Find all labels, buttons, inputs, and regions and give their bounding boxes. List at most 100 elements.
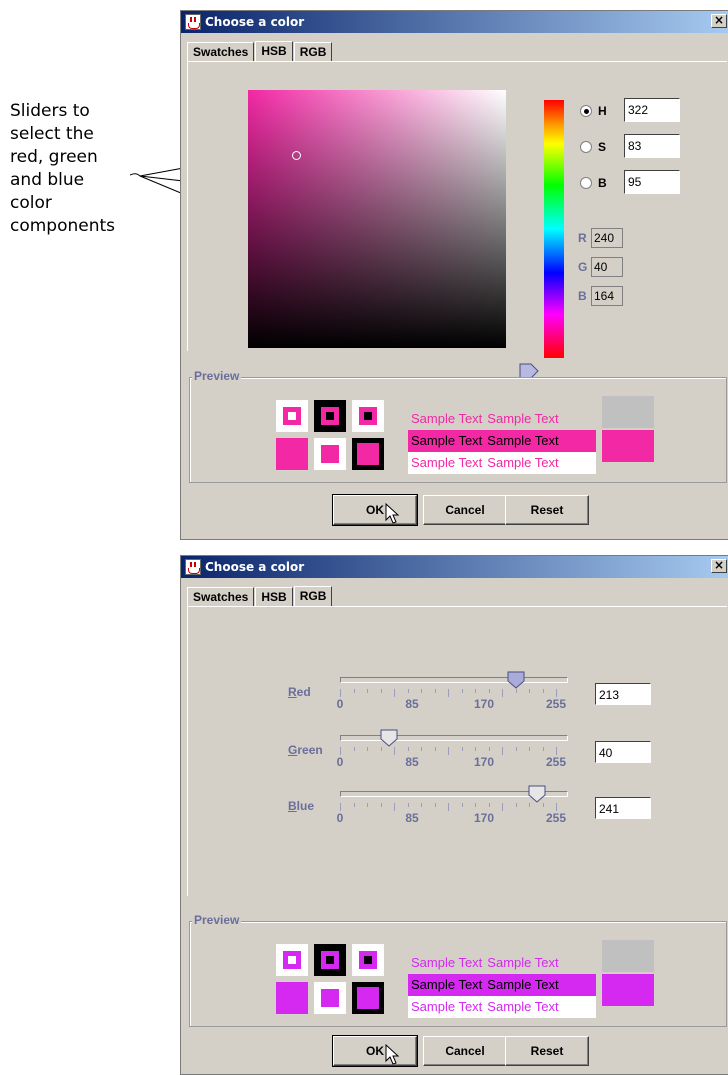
hue-slider[interactable]: [544, 100, 564, 358]
slider-tick-label: 0: [336, 811, 344, 825]
hsb-panel: H 322 S 83 B 95 R 240 G 40 B 164: [187, 61, 727, 379]
slider-label: Red: [288, 685, 311, 699]
slider-thumb-icon[interactable]: [507, 671, 525, 689]
slider-tick: [448, 689, 449, 697]
ok-button[interactable]: OK: [332, 1035, 418, 1067]
title-bar[interactable]: Choose a color ×: [181, 556, 728, 578]
slider-tick: [502, 747, 503, 755]
slider-tick: [394, 689, 395, 697]
slider-tick-label: 85: [405, 811, 419, 825]
preview-swatch: [352, 944, 384, 976]
sample-text-row: Sample Text Sample Text: [408, 452, 596, 474]
slider-tick: [448, 803, 449, 811]
slider-track[interactable]: [340, 735, 568, 741]
slider-tick: [394, 747, 395, 755]
saturation-brightness-picker[interactable]: [248, 90, 506, 348]
slider-ticks: [340, 747, 568, 755]
slider-tick: [502, 689, 503, 697]
slider-tick: [340, 689, 341, 697]
window-title: Choose a color: [205, 15, 305, 29]
slider-thumb-icon[interactable]: [528, 785, 546, 803]
slider-label: Green: [288, 743, 323, 757]
cancel-button[interactable]: Cancel: [423, 495, 507, 525]
close-button[interactable]: ×: [711, 559, 727, 573]
slider-tick: [461, 689, 463, 693]
tab-strip: Swatches HSB RGB: [187, 586, 333, 607]
preview-swatch: [314, 982, 346, 1014]
radio-button-icon[interactable]: [580, 105, 592, 117]
preview-title: Preview: [192, 913, 242, 927]
red-value-field[interactable]: 213: [595, 683, 651, 705]
preview-swatch: [314, 438, 346, 470]
rgb-panel: 0 85 170 255 Red 213 0 85 170 255 Green 40 0 85 170 255…: [187, 606, 727, 896]
preview-swatch: [276, 438, 308, 470]
b-readout: 164: [591, 286, 623, 306]
slider-tick: [515, 689, 517, 693]
slider-track[interactable]: [340, 677, 568, 683]
reset-button[interactable]: Reset: [505, 1036, 589, 1066]
ok-button[interactable]: OK: [332, 494, 418, 526]
sample-text: Sample Text: [487, 999, 559, 1014]
slider-tick: [367, 803, 368, 807]
slider-tick: [542, 803, 544, 807]
reset-button[interactable]: Reset: [505, 495, 589, 525]
slider-label-rest: ed: [296, 685, 311, 699]
preview-old-color: [602, 396, 654, 428]
tab-rgb[interactable]: RGB: [293, 586, 333, 607]
tab-swatches[interactable]: Swatches: [187, 587, 255, 606]
slider-tick: [529, 747, 530, 751]
r-readout: 240: [591, 228, 623, 248]
slider-tick: [380, 803, 382, 807]
slider-tick: [488, 803, 490, 807]
sample-text: Sample Text: [487, 411, 559, 426]
slider-tick: [515, 803, 517, 807]
preview-old-color: [602, 940, 654, 972]
slider-tick: [434, 689, 436, 693]
slider-label-rest: reen: [297, 743, 323, 757]
slider-tick: [475, 689, 476, 693]
saturation-field[interactable]: 83: [624, 134, 680, 158]
slider-label-rest: lue: [296, 799, 315, 813]
title-bar[interactable]: Choose a color ×: [181, 11, 728, 33]
radio-button-icon[interactable]: [580, 177, 592, 189]
slider-label-mnemonic: B: [288, 799, 297, 813]
slider-ticks: [340, 689, 568, 697]
slider-tick: [407, 747, 409, 751]
radio-s[interactable]: S: [580, 140, 606, 154]
cancel-button[interactable]: Cancel: [423, 1036, 507, 1066]
slider-tick: [421, 689, 422, 693]
hue-field[interactable]: 322: [624, 98, 680, 122]
blue-value-field[interactable]: 241: [595, 797, 651, 819]
tab-hsb[interactable]: HSB: [255, 587, 293, 606]
slider-tick-label: 0: [336, 697, 344, 711]
tab-rgb[interactable]: RGB: [293, 42, 333, 61]
sample-text: Sample Text: [487, 977, 559, 992]
preview-swatch: [276, 982, 308, 1014]
sample-text: Sample Text: [487, 955, 559, 970]
green-value-field[interactable]: 40: [595, 741, 651, 763]
radio-b[interactable]: B: [580, 176, 607, 190]
picker-marker[interactable]: [292, 151, 301, 160]
slider-tick: [421, 747, 422, 751]
slider-tick-label: 255: [545, 697, 567, 711]
slider-tick: [407, 689, 409, 693]
tab-hsb[interactable]: HSB: [255, 41, 293, 62]
brightness-field[interactable]: 95: [624, 170, 680, 194]
preview-swatch: [276, 944, 308, 976]
radio-button-icon[interactable]: [580, 141, 592, 153]
slider-tick: [421, 803, 422, 807]
tab-strip: Swatches HSB RGB: [187, 41, 333, 62]
slider-tick: [367, 747, 368, 751]
close-button[interactable]: ×: [711, 14, 727, 28]
slider-thumb-icon[interactable]: [380, 729, 398, 747]
slider-tick: [542, 747, 544, 751]
slider-tick-label: 85: [405, 697, 419, 711]
preview-title: Preview: [192, 369, 242, 383]
slider-tick-label: 170: [473, 755, 495, 769]
slider-tick: [353, 689, 355, 693]
radio-h[interactable]: H: [580, 104, 607, 118]
slider-tick: [407, 803, 409, 807]
sample-text-row: Sample Text Sample Text: [408, 996, 596, 1018]
tab-swatches[interactable]: Swatches: [187, 42, 255, 61]
slider-tick: [556, 689, 557, 697]
